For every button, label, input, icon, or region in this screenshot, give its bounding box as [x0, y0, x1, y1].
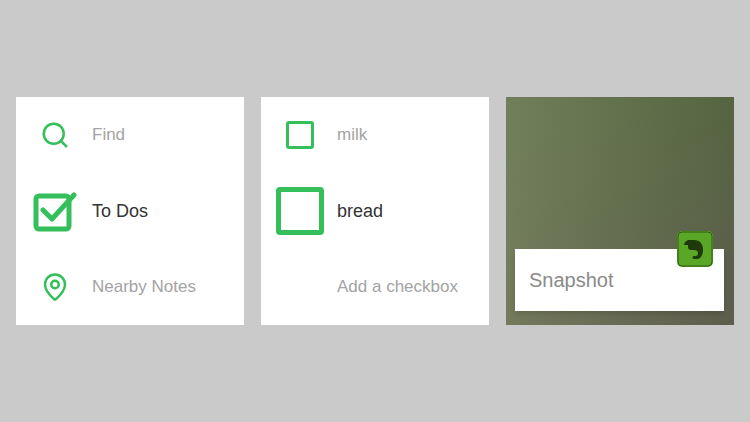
checklist-item[interactable]: bread — [261, 173, 489, 249]
checklist-item-label: bread — [337, 198, 383, 225]
snapshot-card[interactable]: Snapshot — [506, 97, 734, 325]
checklist-item[interactable]: milk — [261, 97, 489, 173]
menu-item[interactable]: Find — [16, 97, 244, 173]
menu-item[interactable]: Nearby Notes — [16, 249, 244, 325]
menu-item[interactable]: To Dos — [16, 173, 244, 249]
checklist-card: milk bread Add a checkbox — [261, 97, 489, 325]
checkbox[interactable] — [276, 187, 324, 235]
checkbox[interactable] — [286, 121, 314, 149]
todo-checkbox-icon — [33, 190, 77, 232]
add-checkbox-label: Add a checkbox — [337, 274, 458, 300]
search-icon — [40, 120, 70, 150]
menu-card: Find To Dos Nearby Notes — [16, 97, 244, 325]
add-checkbox-row[interactable]: Add a checkbox — [261, 249, 489, 325]
menu-item-label: To Dos — [92, 198, 148, 225]
menu-item-label: Find — [92, 122, 125, 148]
evernote-logo-icon — [677, 231, 713, 267]
menu-item-label: Nearby Notes — [92, 274, 196, 300]
screen: Find To Dos Nearby Notes milk bread Add a che… — [0, 0, 750, 422]
snapshot-label: Snapshot — [529, 265, 614, 295]
checklist-item-label: milk — [337, 122, 367, 148]
location-pin-icon — [40, 272, 70, 302]
